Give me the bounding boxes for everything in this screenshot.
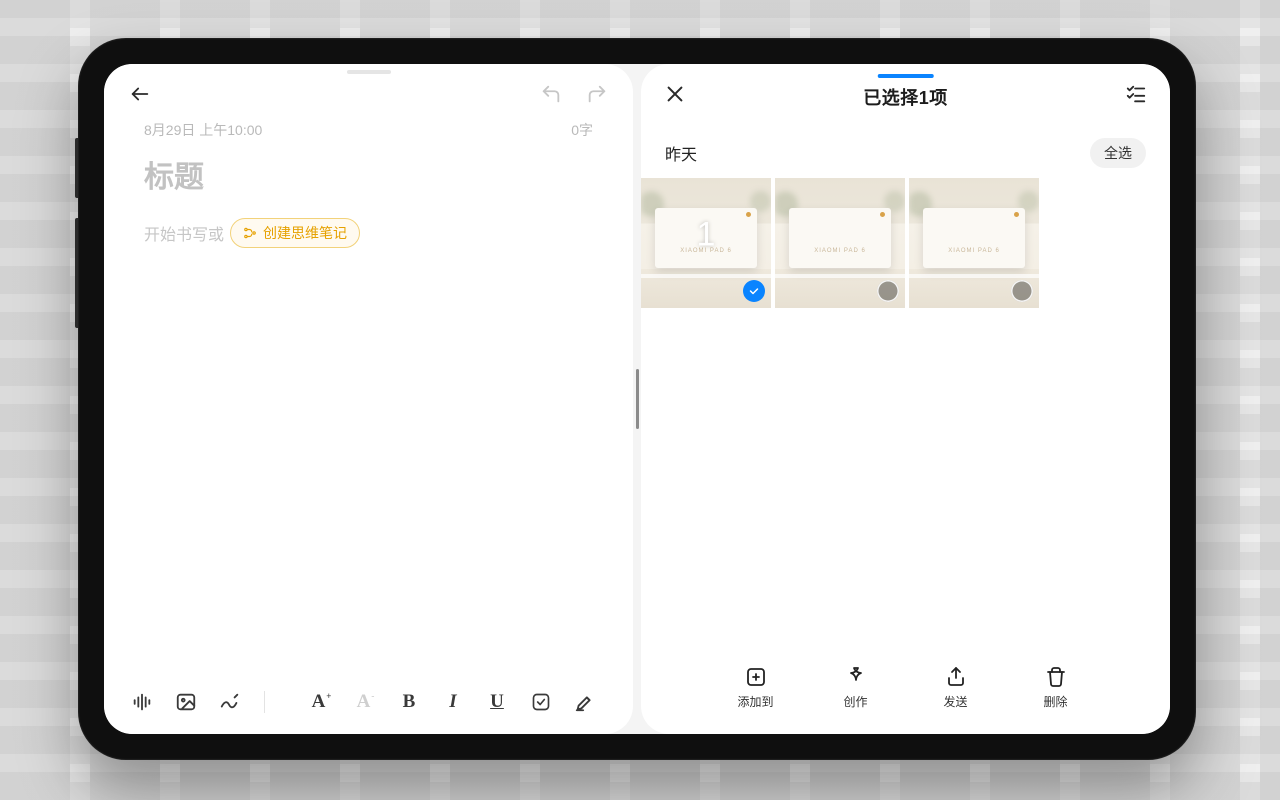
gallery-actions: 添加到 创作 发送 删除	[641, 648, 1170, 734]
image-icon	[175, 691, 197, 713]
highlighter-button[interactable]	[565, 682, 605, 722]
thumbnail-row: XIAOMI PAD 61XIAOMI PAD 6XIAOMI PAD 6	[641, 178, 1170, 308]
screen: 8月29日 上午10:00 0字 标题 开始书写或 创建思维笔记	[104, 64, 1170, 734]
create-button[interactable]: 创作	[829, 665, 883, 710]
font-decrease-button[interactable]: A-	[345, 682, 385, 722]
date-group-label: 昨天	[665, 141, 697, 165]
send-label: 发送	[943, 693, 967, 710]
title-indicator	[877, 74, 933, 78]
italic-button[interactable]: I	[433, 682, 473, 722]
draw-button[interactable]	[210, 682, 250, 722]
send-button[interactable]: 发送	[929, 665, 983, 710]
mindmap-icon	[243, 226, 257, 240]
checklist-icon	[1125, 83, 1147, 105]
create-mindnote-chip[interactable]: 创建思维笔记	[230, 218, 360, 248]
create-icon	[844, 665, 868, 689]
gallery-title: 已选择1项	[863, 84, 948, 110]
drag-handle[interactable]	[347, 70, 391, 74]
close-icon	[664, 83, 686, 105]
selection-order: 1	[697, 216, 716, 255]
scribble-icon	[218, 691, 242, 713]
note-toolbar: A+ A- B I U	[104, 678, 633, 734]
share-icon	[944, 665, 968, 689]
gallery-empty-space	[641, 308, 1170, 648]
thumbnail[interactable]: XIAOMI PAD 6	[909, 178, 1039, 308]
check-icon	[748, 285, 760, 297]
note-body[interactable]: 标题 开始书写或 创建思维笔记	[104, 140, 633, 678]
redo-button[interactable]	[583, 80, 611, 108]
highlighter-icon	[574, 691, 596, 713]
note-date: 8月29日 上午10:00	[144, 120, 262, 140]
bold-label: B	[403, 691, 416, 713]
note-editor-pane: 8月29日 上午10:00 0字 标题 开始书写或 创建思维笔记	[104, 64, 633, 734]
gallery-picker-pane: 已选择1项 昨天 全选 XIAOMI PAD 61XIAOMI PAD 6XIA…	[641, 64, 1170, 734]
gallery-title-group: 已选择1项	[863, 74, 948, 110]
delete-button[interactable]: 删除	[1029, 665, 1083, 710]
add-to-button[interactable]: 添加到	[729, 665, 783, 710]
create-label: 创作	[843, 693, 867, 710]
chip-label: 创建思维笔记	[263, 223, 347, 243]
redo-icon	[586, 83, 608, 105]
add-to-icon	[744, 665, 768, 689]
insert-image-button[interactable]	[166, 682, 206, 722]
power-button	[75, 138, 78, 198]
voice-icon	[131, 691, 153, 713]
volume-button	[75, 218, 78, 328]
back-button[interactable]	[126, 80, 154, 108]
note-body-placeholder: 开始书写或	[144, 221, 224, 245]
selected-badge[interactable]	[743, 280, 765, 302]
font-dec-label: A	[357, 691, 371, 713]
thumbnail[interactable]: XIAOMI PAD 61	[641, 178, 771, 308]
unselected-badge[interactable]	[877, 280, 899, 302]
note-word-count: 0字	[571, 120, 593, 140]
delete-label: 删除	[1043, 693, 1067, 710]
split-view-handle[interactable]	[636, 369, 639, 429]
tablet-frame: 8月29日 上午10:00 0字 标题 开始书写或 创建思维笔记	[78, 38, 1196, 760]
arrow-left-icon	[129, 83, 151, 105]
underline-button[interactable]: U	[477, 682, 517, 722]
trash-icon	[1044, 665, 1068, 689]
thumbnail[interactable]: XIAOMI PAD 6	[775, 178, 905, 308]
italic-label: I	[449, 691, 456, 713]
add-to-label: 添加到	[737, 693, 773, 710]
checklist-button[interactable]	[521, 682, 561, 722]
undo-button[interactable]	[537, 80, 565, 108]
close-button[interactable]	[661, 80, 689, 108]
bold-button[interactable]: B	[389, 682, 429, 722]
checkbox-icon	[531, 692, 551, 712]
font-increase-button[interactable]: A+	[301, 682, 341, 722]
multi-select-button[interactable]	[1122, 80, 1150, 108]
font-inc-label: A	[312, 691, 326, 713]
underline-label: U	[490, 691, 504, 713]
voice-input-button[interactable]	[122, 682, 162, 722]
undo-icon	[540, 83, 562, 105]
note-title-placeholder[interactable]: 标题	[144, 152, 593, 196]
select-all-button[interactable]: 全选	[1090, 138, 1146, 168]
unselected-badge[interactable]	[1011, 280, 1033, 302]
toolbar-separator	[264, 691, 265, 713]
